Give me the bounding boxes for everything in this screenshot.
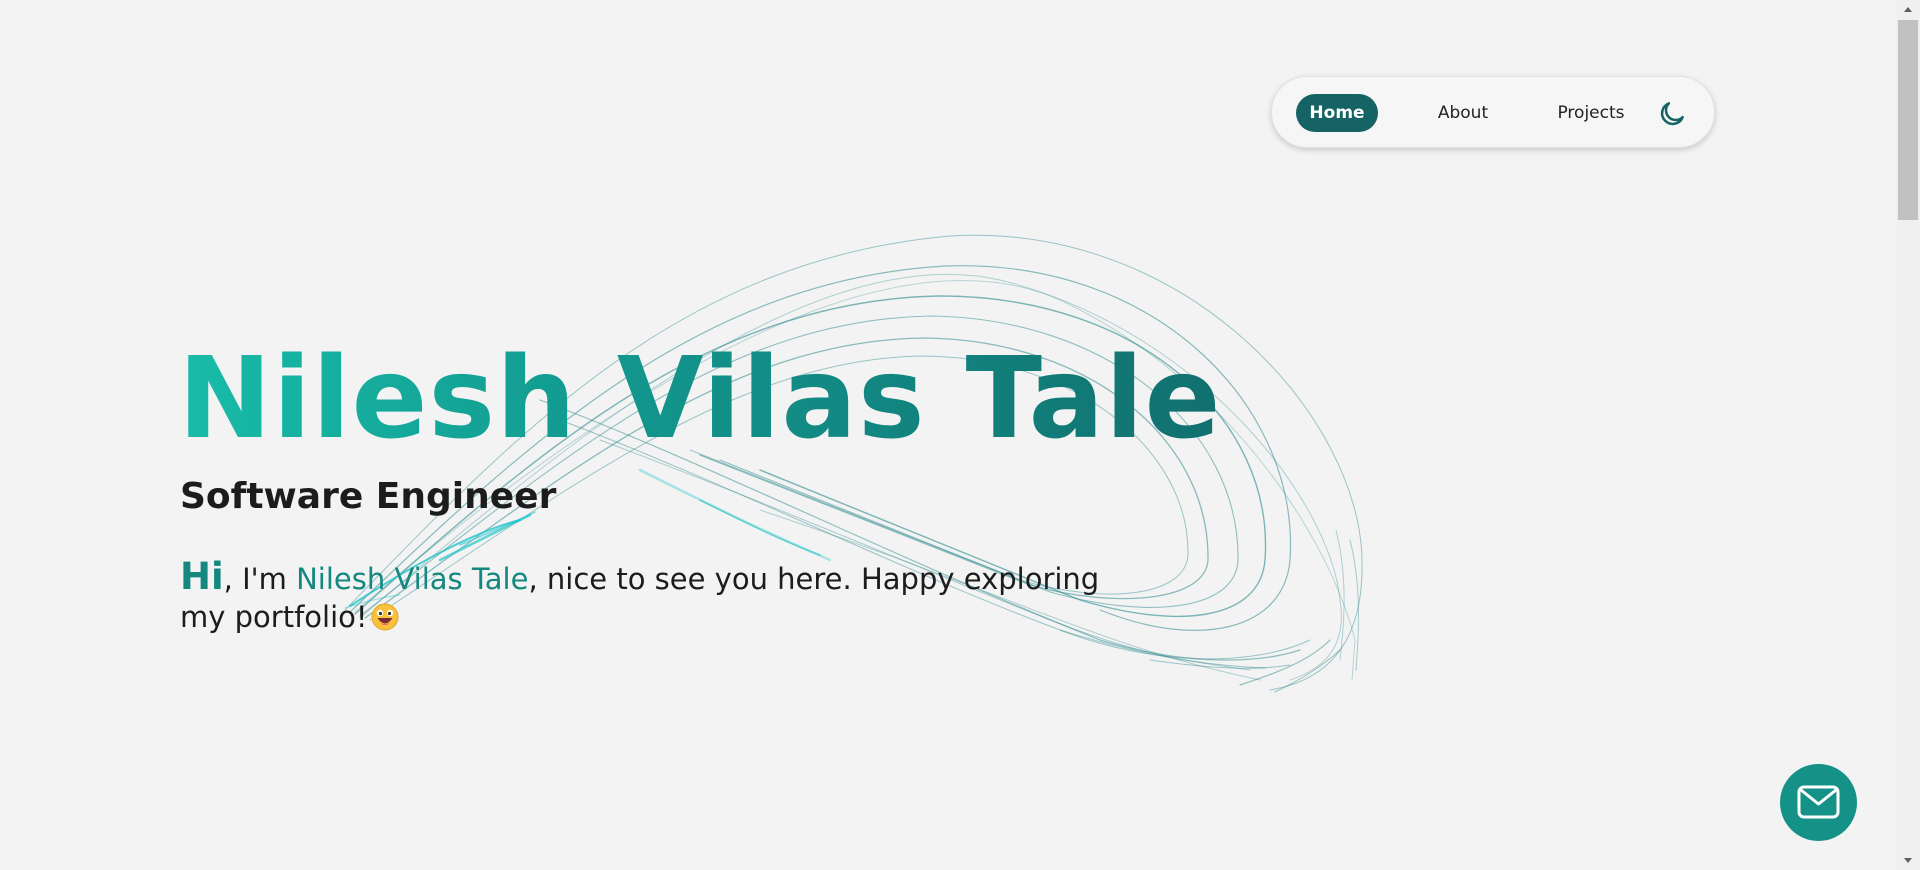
greeting-text: Hi (180, 555, 224, 598)
moon-icon (1660, 102, 1684, 126)
hero-name-heading: Nilesh Vilas Tale (178, 334, 1222, 464)
email-fab-button[interactable] (1780, 764, 1857, 841)
vertical-scrollbar[interactable] (1896, 0, 1920, 870)
scroll-down-arrow-icon[interactable] (1896, 852, 1920, 870)
main-nav: Home About Projects (1271, 76, 1715, 148)
scroll-up-arrow-icon[interactable] (1896, 0, 1920, 18)
nav-about-link[interactable]: About (1428, 94, 1498, 132)
hero-role-subtitle: Software Engineer (180, 476, 557, 517)
hero-intro-text: Hi, I'm Nilesh Vilas Tale, nice to see y… (180, 558, 1120, 636)
nav-home-link[interactable]: Home (1296, 94, 1378, 132)
scrollbar-thumb[interactable] (1898, 20, 1918, 220)
intro-prefix: , I'm (223, 562, 297, 596)
portfolio-page: Home About Projects Nilesh Vilas Tale So… (0, 0, 1920, 870)
mail-icon (1797, 785, 1840, 819)
grinning-face-emoji-icon (371, 603, 399, 631)
theme-toggle-button[interactable] (1657, 99, 1687, 129)
nav-projects-link[interactable]: Projects (1546, 94, 1636, 132)
intro-name-highlight: Nilesh Vilas Tale (296, 562, 529, 596)
